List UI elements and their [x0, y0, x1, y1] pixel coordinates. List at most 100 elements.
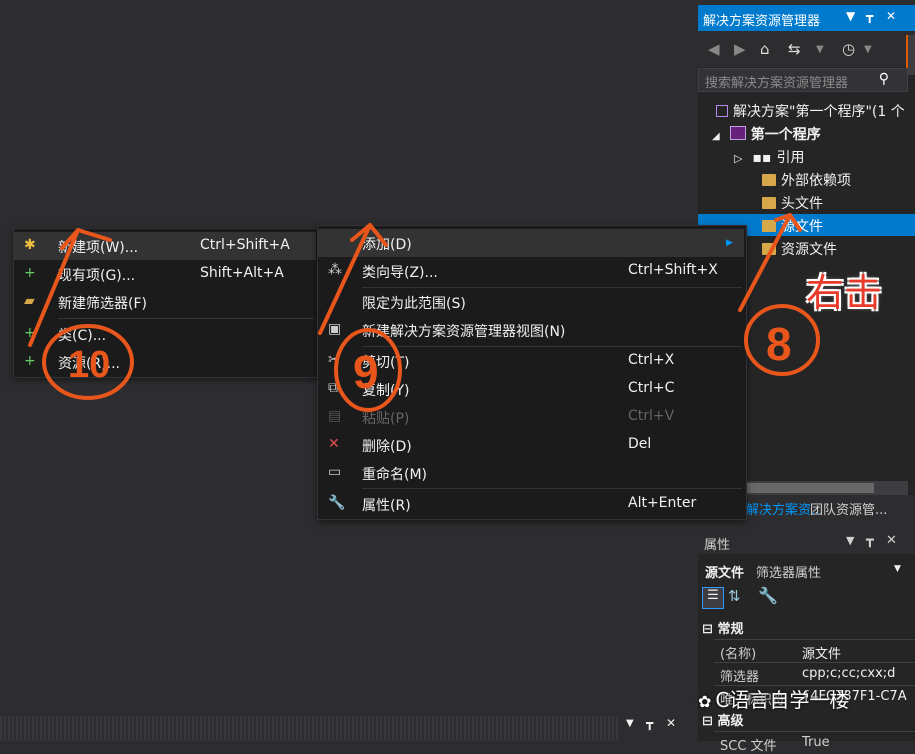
pin-icon[interactable]: ┳ — [866, 533, 874, 548]
new-item-icon: ✱ — [24, 237, 36, 253]
cut-icon: ✂ — [328, 352, 340, 368]
menu-item-label: 属性(R) — [362, 498, 411, 514]
menu-item-label: 新建项(W)... — [58, 240, 139, 256]
property-key: SCC 文件 — [720, 739, 777, 754]
watermark: ✿ C语言自学一楼 — [698, 684, 849, 713]
solution-explorer-title: 解决方案资源管理器 — [703, 14, 821, 29]
add-submenu: ✱ 新建项(W)... Ctrl+Shift+A + 现有项(G)... Shi… — [13, 228, 319, 378]
menu-item-label: 复制(Y) — [362, 383, 410, 399]
group-label: 常规 — [717, 622, 744, 637]
properties-object-selector[interactable]: 源文件 筛选器属性 ▼ — [698, 558, 915, 582]
watermark-text: C语言自学一楼 — [715, 688, 850, 712]
right-click-annotation: 右击 — [806, 271, 883, 315]
menu-item-shortcut: Del — [628, 436, 652, 452]
wrench-icon[interactable]: 🔧 — [758, 586, 778, 605]
tree-item-label: 外部依赖项 — [781, 173, 851, 189]
property-value[interactable]: cpp;c;cc;cxx;d — [802, 666, 915, 681]
menu-item-new-filter[interactable]: ▰ 新建筛选器(F) — [14, 288, 316, 316]
categorized-icon[interactable]: ☰ — [702, 587, 724, 609]
property-value[interactable]: 源文件 — [802, 643, 841, 662]
forward-icon[interactable]: ▶ — [734, 40, 746, 58]
menu-item-existing-item[interactable]: + 现有项(G)... Shift+Alt+A — [14, 260, 316, 288]
menu-item-delete[interactable]: ✕ 删除(D) Del — [318, 431, 744, 459]
expanded-arrow-icon[interactable]: ◢ — [712, 131, 720, 142]
properties-object-name: 源文件 — [705, 566, 745, 581]
menu-item-label: 类(C)... — [58, 328, 107, 344]
menu-item-shortcut: Shift+Alt+A — [200, 265, 284, 281]
horizontal-scrollbar-thumb[interactable] — [746, 483, 874, 493]
menu-item-resource[interactable]: + 资源(R)... — [14, 348, 316, 376]
property-row[interactable]: 筛选器 cpp;c;cc;cxx;d — [714, 662, 915, 685]
tree-item-project[interactable]: ◢ 第一个程序 — [712, 124, 821, 144]
menu-item-new-item[interactable]: ✱ 新建项(W)... Ctrl+Shift+A — [14, 232, 316, 260]
new-filter-icon: ▰ — [24, 293, 35, 309]
menu-item-properties[interactable]: 🔧 属性(R) Alt+Enter — [318, 490, 744, 518]
home-icon[interactable]: ⌂ — [760, 40, 770, 58]
tree-item-external-deps[interactable]: 外部依赖项 — [762, 170, 851, 190]
close-icon[interactable]: ✕ — [886, 9, 896, 23]
tab-team-explorer[interactable]: 团队资源管... — [810, 499, 887, 518]
menu-item-rename[interactable]: ▭ 重命名(M) — [318, 459, 744, 487]
chevron-down-icon[interactable]: ▼ — [816, 44, 824, 55]
tree-item-label: 引用 — [776, 150, 805, 166]
menu-item-copy[interactable]: ⧉ 复制(Y) Ctrl+C — [318, 375, 744, 403]
submenu-arrow-icon: ▶ — [726, 238, 733, 248]
menu-item-label: 资源(R)... — [58, 356, 121, 372]
search-input[interactable]: 搜索解决方案资源管理器 ⚲ — [698, 68, 908, 92]
menu-item-label: 剪切(T) — [362, 355, 410, 371]
back-icon[interactable]: ◀ — [708, 40, 720, 58]
chevron-down-icon[interactable]: ▼ — [864, 44, 872, 55]
tree-item-label: 解决方案"第一个程序"(1 个 — [733, 104, 905, 120]
menu-item-cut[interactable]: ✂ 剪切(T) Ctrl+X — [318, 347, 744, 375]
pin-icon[interactable]: ┳ — [646, 716, 653, 730]
wechat-icon: ✿ — [698, 692, 712, 711]
wrench-icon: 🔧 — [328, 495, 346, 511]
resource-icon: + — [24, 353, 36, 369]
paste-icon: ▤ — [328, 408, 342, 424]
menu-item-label: 限定为此范围(S) — [362, 296, 466, 312]
chevron-down-icon[interactable]: ▼ — [894, 564, 901, 574]
property-row[interactable]: (名称) 源文件 — [714, 639, 915, 662]
bottom-title-grip[interactable] — [0, 716, 620, 741]
menu-item-class[interactable]: + 类(C)... — [14, 320, 316, 348]
class-wizard-icon: ⁂ — [328, 262, 342, 278]
menu-item-label: 添加(D) — [362, 237, 412, 253]
collapse-icon[interactable]: ⊟ — [702, 622, 713, 637]
menu-item-label: 粘贴(P) — [362, 411, 410, 427]
sync-icon[interactable]: ⇆ — [788, 40, 801, 58]
properties-title: 属性 — [704, 538, 731, 553]
rename-icon: ▭ — [328, 464, 342, 480]
properties-titlebar: 属性 ▼ ┳ ✕ — [698, 530, 915, 554]
property-value[interactable]: True — [802, 735, 830, 750]
alphabetical-icon[interactable]: ⇅ — [728, 587, 741, 605]
property-group-general[interactable]: ⊟ 常规 — [702, 618, 743, 637]
collapsed-arrow-icon[interactable]: ▷ — [734, 152, 742, 165]
tree-item-header-files[interactable]: 头文件 — [762, 193, 823, 213]
folder-icon — [762, 174, 776, 186]
menu-item-class-wizard[interactable]: ⁂ 类向导(Z)... Ctrl+Shift+X — [318, 257, 744, 285]
tree-item-solution[interactable]: 解决方案"第一个程序"(1 个 — [716, 101, 905, 121]
dropdown-icon[interactable]: ▼ — [846, 534, 854, 547]
close-icon[interactable]: ✕ — [666, 716, 676, 730]
property-row[interactable]: SCC 文件 True — [714, 731, 915, 754]
menu-item-label: 新建筛选器(F) — [58, 296, 147, 312]
solution-explorer-toolbar: ◀ ▶ ⌂ ⇆ ▼ ◷ ▼ — [698, 31, 915, 67]
menu-item-shortcut: Ctrl+C — [628, 380, 675, 396]
pin-icon[interactable]: ┳ — [866, 9, 873, 23]
close-icon[interactable]: ✕ — [886, 533, 897, 548]
tree-item-label: 源文件 — [781, 219, 823, 235]
menu-item-add[interactable]: 添加(D) ▶ — [318, 229, 744, 257]
pending-changes-icon[interactable]: ◷ — [842, 40, 855, 58]
dropdown-icon[interactable]: ▼ — [626, 718, 634, 729]
dropdown-icon[interactable]: ▼ — [846, 9, 855, 23]
property-key: 筛选器 — [720, 670, 760, 685]
tree-item-references[interactable]: ▷ ▪▪ 引用 — [734, 147, 804, 167]
copy-icon: ⧉ — [328, 380, 338, 396]
menu-item-new-view[interactable]: ▣ 新建解决方案资源管理器视图(N) — [318, 316, 744, 344]
properties-toolbar: ☰ ⇅ 🔧 — [698, 584, 915, 612]
tree-item-resource-files[interactable]: 资源文件 — [762, 239, 837, 259]
search-icon[interactable]: ⚲ — [879, 71, 889, 87]
menu-item-scope-to-this[interactable]: 限定为此范围(S) — [318, 288, 744, 316]
tree-item-source-files[interactable]: 源文件 — [762, 216, 823, 236]
collapse-icon[interactable]: ⊟ — [702, 714, 713, 729]
